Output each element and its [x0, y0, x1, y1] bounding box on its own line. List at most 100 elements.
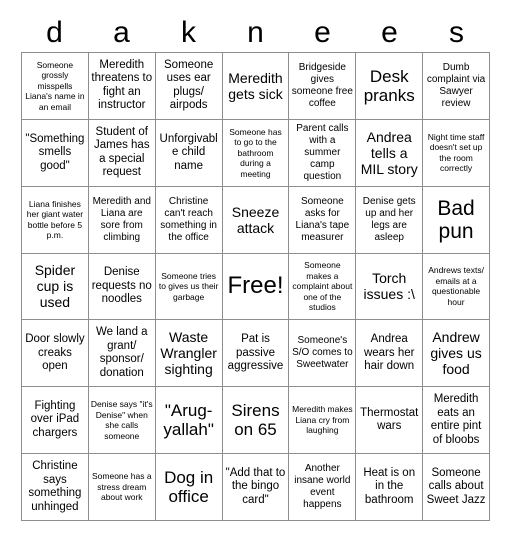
bingo-cell-label: Spider cup is used — [34, 262, 76, 311]
bingo-cell-label: Bridgeside gives someone free coffee — [291, 61, 353, 109]
bingo-cell[interactable]: Unforgivable child name — [155, 119, 223, 187]
bingo-cell[interactable]: Denise says "it's Denise" when she calls… — [88, 387, 156, 455]
bingo-cell[interactable]: Andrew gives us food — [423, 320, 490, 388]
bingo-cell[interactable]: Christine says something unhinged — [22, 454, 89, 521]
bingo-cell[interactable]: We land a grant/ sponsor/ donation — [88, 320, 156, 388]
bingo-cell[interactable]: Desk pranks — [356, 53, 424, 120]
bingo-cell-label: "Add that to the bingo card" — [225, 466, 286, 506]
bingo-cell[interactable]: Meredith and Liana are sore from climbin… — [88, 186, 156, 254]
bingo-cell-label: Someone has to go to the bathroom during… — [229, 126, 282, 179]
bingo-cell[interactable]: Denise gets up and her legs are asleep — [356, 186, 424, 254]
bingo-cell-label: Sneeze attack — [231, 203, 280, 236]
bingo-cell[interactable]: Meredith eats an entire pint of bloobs — [423, 387, 490, 455]
bingo-cell-label: Unforgivable child name — [159, 132, 218, 172]
bingo-header-letter: e — [314, 16, 331, 49]
bingo-cell[interactable]: Denise requests no noodles — [88, 253, 156, 321]
bingo-cell-label: "Arug-yallah" — [163, 401, 214, 440]
bingo-cell-label: Another insane world event happens — [294, 463, 351, 511]
bingo-cell-label: Desk pranks — [363, 66, 415, 105]
bingo-cell-label: Dumb complaint via Sawyer review — [426, 61, 486, 109]
bingo-cell-label: Sirens on 65 — [231, 401, 280, 440]
bingo-header-row: daknees — [21, 6, 490, 52]
bingo-cell-label: We land a grant/ sponsor/ donation — [95, 326, 148, 379]
bingo-cell-label: Someone makes a complaint about one of t… — [292, 260, 353, 313]
bingo-cell[interactable]: Someone grossly misspells Liana's name i… — [22, 53, 89, 120]
bingo-cell[interactable]: Fighting over iPad chargers — [22, 387, 89, 455]
bingo-cell[interactable]: "Arug-yallah" — [155, 387, 223, 455]
bingo-cell[interactable]: Someone's S/O comes to Sweetwater — [289, 320, 357, 388]
bingo-cell-label: Meredith gets sick — [228, 69, 283, 102]
bingo-grid: Someone grossly misspells Liana's name i… — [21, 52, 490, 521]
bingo-cell-label: Andrew gives us food — [430, 329, 482, 378]
bingo-cell[interactable]: "Add that to the bingo card" — [222, 454, 290, 521]
bingo-cell-label: Andrea wears her hair down — [363, 333, 415, 373]
bingo-cell-label: Christine can't reach something in the o… — [160, 195, 217, 243]
bingo-cell[interactable]: Meredith threatens to fight an instructo… — [88, 53, 156, 120]
bingo-cell-label: Someone uses ear plugs/ airpods — [164, 58, 214, 112]
bingo-header-letter: n — [247, 16, 264, 49]
bingo-cell-label: Torch issues :\ — [363, 270, 415, 303]
bingo-cell-label: Someone's S/O comes to Sweetwater — [292, 335, 353, 371]
bingo-cell-label: Meredith and Liana are sore from climbin… — [92, 195, 151, 243]
bingo-cell-label: Denise gets up and her legs are asleep — [362, 195, 416, 243]
bingo-cell-label: Andrews texts/ emails at a questionable … — [428, 265, 484, 307]
bingo-cell[interactable]: Thermostat wars — [356, 387, 424, 455]
bingo-cell-label: Someone calls about Sweet Jazz — [426, 466, 486, 506]
bingo-cell[interactable]: Bridgeside gives someone free coffee — [289, 53, 357, 120]
bingo-cell[interactable]: Meredith makes Liana cry from laughing — [289, 387, 357, 455]
bingo-cell-label: Christine says something unhinged — [28, 460, 82, 513]
bingo-header-letter: d — [46, 16, 63, 49]
bingo-cell-label: Night time staff doesn't set up the room… — [427, 131, 485, 174]
bingo-cell[interactable]: Door slowly creaks open — [22, 320, 89, 388]
bingo-cell-label: Someone has a stress dream about work — [92, 471, 152, 503]
bingo-cell[interactable]: Liana finishes her giant water bottle be… — [22, 186, 89, 254]
bingo-cell[interactable]: Someone tries to gives us their garbage — [155, 253, 223, 321]
bingo-cell-label: Someone asks for Liana's tape measurer — [295, 195, 350, 243]
bingo-cell[interactable]: Another insane world event happens — [289, 454, 357, 521]
bingo-cell[interactable]: Pat is passive aggressive — [222, 320, 290, 388]
bingo-cell-label: Free! — [227, 272, 284, 300]
bingo-cell[interactable]: Heat is on in the bathroom — [356, 454, 424, 521]
bingo-cell[interactable]: Someone uses ear plugs/ airpods — [155, 53, 223, 120]
bingo-cell[interactable]: Parent calls with a summer camp question — [289, 119, 357, 187]
bingo-cell[interactable]: "Something smells good" — [22, 119, 89, 187]
bingo-cell-label: Waste Wrangler sighting — [160, 329, 217, 378]
bingo-cell[interactable]: Someone has a stress dream about work — [88, 454, 156, 521]
bingo-cell[interactable]: Someone has to go to the bathroom during… — [222, 119, 290, 187]
bingo-cell[interactable]: Someone calls about Sweet Jazz — [423, 454, 490, 521]
bingo-cell[interactable]: Andrea wears her hair down — [356, 320, 424, 388]
bingo-cell[interactable]: Student of James has a special request — [88, 119, 156, 187]
bingo-cell-label: Meredith makes Liana cry from laughing — [292, 404, 353, 436]
bingo-card: d a k n e e s Someone grossly misspells Liana'… — [0, 0, 511, 544]
bingo-cell[interactable]: Bad pun — [423, 186, 490, 254]
bingo-cell-label: Someone grossly misspells Liana's name i… — [25, 59, 85, 112]
bingo-cell[interactable]: Meredith gets sick — [222, 53, 290, 120]
bingo-cell[interactable]: Sneeze attack — [222, 186, 290, 254]
bingo-free-space[interactable]: Free! — [222, 253, 290, 321]
bingo-cell-label: Heat is on in the bathroom — [363, 466, 416, 506]
bingo-cell-label: Bad pun — [437, 196, 475, 243]
bingo-header-letter: s — [449, 16, 464, 49]
bingo-cell-label: Thermostat wars — [360, 406, 419, 433]
bingo-cell-label: Parent calls with a summer camp question — [296, 122, 349, 182]
bingo-cell[interactable]: Sirens on 65 — [222, 387, 290, 455]
bingo-cell[interactable]: Andrews texts/ emails at a questionable … — [423, 253, 490, 321]
bingo-cell-label: Liana finishes her giant water bottle be… — [26, 198, 84, 241]
bingo-header-letter: a — [113, 16, 130, 49]
bingo-cell-label: Student of James has a special request — [93, 125, 150, 179]
bingo-cell-label: Denise says "it's Denise" when she calls… — [90, 399, 153, 441]
bingo-cell[interactable]: Dog in office — [155, 454, 223, 521]
bingo-cell[interactable]: Waste Wrangler sighting — [155, 320, 223, 388]
bingo-cell[interactable]: Someone makes a complaint about one of t… — [289, 253, 357, 321]
bingo-cell[interactable]: Andrea tells a MIL story — [356, 119, 424, 187]
bingo-cell[interactable]: Spider cup is used — [22, 253, 89, 321]
bingo-cell-label: "Something smells good" — [25, 132, 85, 172]
bingo-cell-label: Pat is passive aggressive — [227, 333, 284, 373]
bingo-cell[interactable]: Christine can't reach something in the o… — [155, 186, 223, 254]
bingo-cell[interactable]: Torch issues :\ — [356, 253, 424, 321]
bingo-cell-label: Fighting over iPad chargers — [30, 399, 80, 439]
bingo-cell[interactable]: Someone asks for Liana's tape measurer — [289, 186, 357, 254]
bingo-cell[interactable]: Dumb complaint via Sawyer review — [423, 53, 490, 120]
bingo-header-letter: e — [381, 16, 398, 49]
bingo-cell[interactable]: Night time staff doesn't set up the room… — [423, 119, 490, 187]
